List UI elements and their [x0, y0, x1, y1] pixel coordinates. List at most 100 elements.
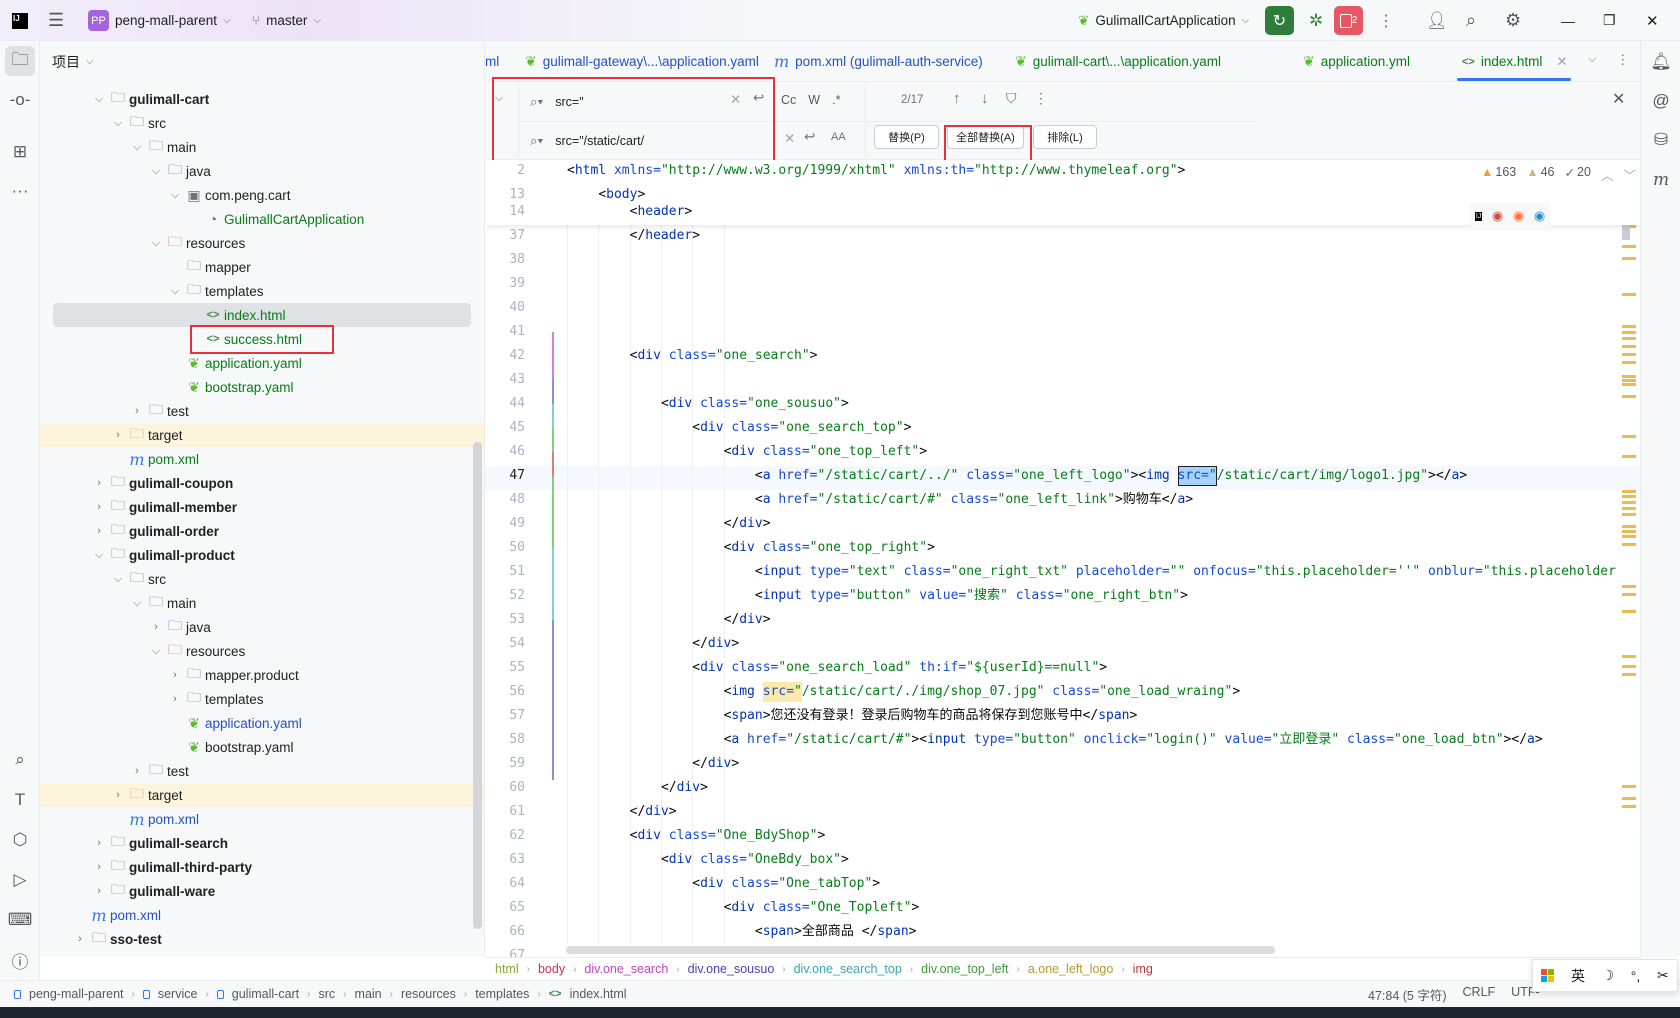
code-line[interactable]: 2 <html xmlns="http://www.w3.org/1999/xht…	[485, 160, 1640, 183]
line-number[interactable]: 38	[485, 248, 525, 272]
tree-item[interactable]: ❦ bootstrap.yaml	[40, 375, 484, 399]
code-line[interactable]: 49 </div>	[485, 512, 1640, 536]
moon-icon[interactable]: ☽	[1602, 967, 1615, 984]
code-line[interactable]: 56 <img src="/static/cart/./img/shop_07.j…	[485, 680, 1640, 704]
tree-item[interactable]: ⌵ 🗀 java	[40, 159, 484, 183]
project-panel-title[interactable]: 项目	[52, 52, 80, 72]
line-number[interactable]: 66	[485, 920, 525, 944]
tree-item[interactable]: m pom.xml	[40, 807, 484, 831]
tree-item[interactable]: m pom.xml	[40, 447, 484, 471]
code-line[interactable]: 37 </header>	[485, 224, 1640, 248]
code-line[interactable]: 59 </div>	[485, 752, 1640, 776]
tab-more-icon[interactable]: ⋮	[1616, 52, 1630, 68]
warning-stripe[interactable]	[1622, 673, 1636, 676]
warning-stripe[interactable]	[1622, 507, 1636, 510]
breadcrumb-item[interactable]: a.one_left_logo	[1028, 962, 1114, 976]
line-number[interactable]: 67	[485, 944, 525, 957]
commit-icon[interactable]: -o-	[5, 85, 35, 115]
run-icon[interactable]: ▷	[5, 865, 35, 895]
line-number[interactable]: 37	[485, 224, 525, 248]
stop-button[interactable]: 2	[1334, 6, 1363, 35]
tree-item[interactable]: › 🗀 test	[40, 399, 484, 423]
exclude-button[interactable]: 排除(L)	[1033, 125, 1097, 149]
settings-gear-icon[interactable]: ⚙	[1505, 0, 1521, 41]
terminal-icon[interactable]: ⌨	[5, 905, 35, 935]
line-number[interactable]: 64	[485, 872, 525, 896]
inspection-widget[interactable]: ▲ 163 ▲ 46 ✓ 20 ︿ ﹀	[1481, 165, 1636, 184]
code-line[interactable]: 52 <input type="button" value="搜索" class=…	[485, 584, 1640, 608]
status-path-item[interactable]: peng-mall-parent	[29, 987, 124, 1001]
status-path-item[interactable]: index.html	[570, 987, 627, 1001]
tree-item[interactable]: › 🗀 gulimall-member	[40, 495, 484, 519]
search-icon[interactable]: ⌕	[1466, 0, 1476, 41]
restore-window-icon[interactable]: ❐	[1603, 0, 1616, 41]
maven-icon[interactable]: m	[1646, 165, 1676, 195]
warning-stripe[interactable]	[1622, 535, 1636, 538]
code-line[interactable]: 54 </div>	[485, 632, 1640, 656]
breadcrumb-item[interactable]: div.one_top_left	[921, 962, 1008, 976]
tree-item[interactable]: › 🗀 java	[40, 615, 484, 639]
warning-stripe[interactable]	[1622, 293, 1636, 296]
breadcrumb-item[interactable]: img	[1133, 962, 1153, 976]
line-number[interactable]: 60	[485, 776, 525, 800]
code-line[interactable]: 64 <div class="One_tabTop">	[485, 872, 1640, 896]
warning-stripe[interactable]	[1622, 805, 1636, 808]
chevron-right-icon[interactable]: ›	[92, 861, 106, 873]
line-number[interactable]: 62	[485, 824, 525, 848]
line-number[interactable]: 50	[485, 536, 525, 560]
status-path-item[interactable]: resources	[401, 987, 456, 1001]
tree-item[interactable]: ⌵ ▣ com.peng.cart	[40, 183, 484, 207]
warning-stripe[interactable]	[1622, 361, 1636, 364]
caret-position[interactable]: 47:84 (5 字符)	[1368, 985, 1447, 1004]
tab-file[interactable]: ❦ gulimall-cart\...\application.yaml	[1015, 41, 1221, 81]
chevron-down-icon[interactable]: ⌵	[149, 165, 163, 178]
code-line[interactable]: 63 <div class="OneBdy_box">	[485, 848, 1640, 872]
chevron-right-icon[interactable]: ›	[111, 789, 125, 801]
warning-stripe[interactable]	[1622, 797, 1636, 800]
code-line[interactable]: 66 <span>全部商品 </span>	[485, 920, 1640, 944]
project-selector[interactable]: PP peng-mall-parent ⌵	[88, 0, 231, 41]
line-number[interactable]: 65	[485, 896, 525, 920]
chevron-right-icon[interactable]: ›	[149, 621, 163, 633]
warning-stripe[interactable]	[1622, 785, 1636, 788]
tree-item[interactable]: › 🗀 sso-test	[40, 927, 484, 951]
code-line[interactable]: 51 <input type="text" class="one_right_tx…	[485, 560, 1640, 584]
line-number[interactable]: 44	[485, 392, 525, 416]
tree-item[interactable]: ⌵ 🗀 main	[40, 135, 484, 159]
tree-item[interactable]: ❦ bootstrap.yaml	[40, 735, 484, 759]
chevron-right-icon[interactable]: ›	[168, 693, 182, 705]
chevron-down-icon[interactable]: ⌵	[111, 117, 125, 130]
new-line-icon[interactable]: ↩	[804, 129, 815, 145]
tab-list-chevron-icon[interactable]: ⌵	[1588, 53, 1596, 66]
code-line[interactable]: 47 <a href="/static/cart/../" class="one_…	[485, 464, 1640, 488]
line-ending[interactable]: CRLF	[1463, 985, 1496, 1004]
chevron-right-icon[interactable]: ›	[130, 405, 144, 417]
warning-stripe[interactable]	[1622, 345, 1636, 348]
warning-stripe[interactable]	[1622, 353, 1636, 356]
code-line[interactable]: 41	[485, 320, 1640, 344]
tree-item[interactable]: › 🗀 gulimall-third-party	[40, 855, 484, 879]
branch-selector[interactable]: ⑂ master ⌵	[252, 0, 321, 41]
tree-item[interactable]: › 🗀 gulimall-order	[40, 519, 484, 543]
line-number[interactable]: 2	[485, 160, 525, 183]
line-number[interactable]: 56	[485, 680, 525, 704]
line-number[interactable]: 58	[485, 728, 525, 752]
warning-stripe[interactable]	[1622, 375, 1636, 378]
code-line[interactable]: 40	[485, 296, 1640, 320]
problems-icon[interactable]: ⓘ	[5, 945, 35, 975]
rerun-button[interactable]: ↻	[1265, 6, 1294, 35]
more-options-icon[interactable]: ⋮	[1034, 90, 1048, 107]
close-window-icon[interactable]: ✕	[1646, 0, 1659, 41]
code-line[interactable]: 53 </div>	[485, 608, 1640, 632]
filter-icon[interactable]: ⛉	[1006, 90, 1017, 107]
code-line[interactable]: 62 <div class="One_BdyShop">	[485, 824, 1640, 848]
chevron-right-icon[interactable]: ›	[92, 837, 106, 849]
tree-item[interactable]: ◔ GulimallCartApplication	[40, 207, 484, 231]
database-icon[interactable]: ⛁	[1646, 125, 1676, 155]
services-icon[interactable]: ⬡	[5, 825, 35, 855]
tree-item[interactable]: m pom.xml	[40, 903, 484, 927]
status-path-item[interactable]: service	[158, 987, 198, 1001]
warning-stripe[interactable]	[1622, 325, 1636, 328]
code-line[interactable]: 45 <div class="one_search_top">	[485, 416, 1640, 440]
next-problem-icon[interactable]: ﹀	[1623, 165, 1636, 184]
